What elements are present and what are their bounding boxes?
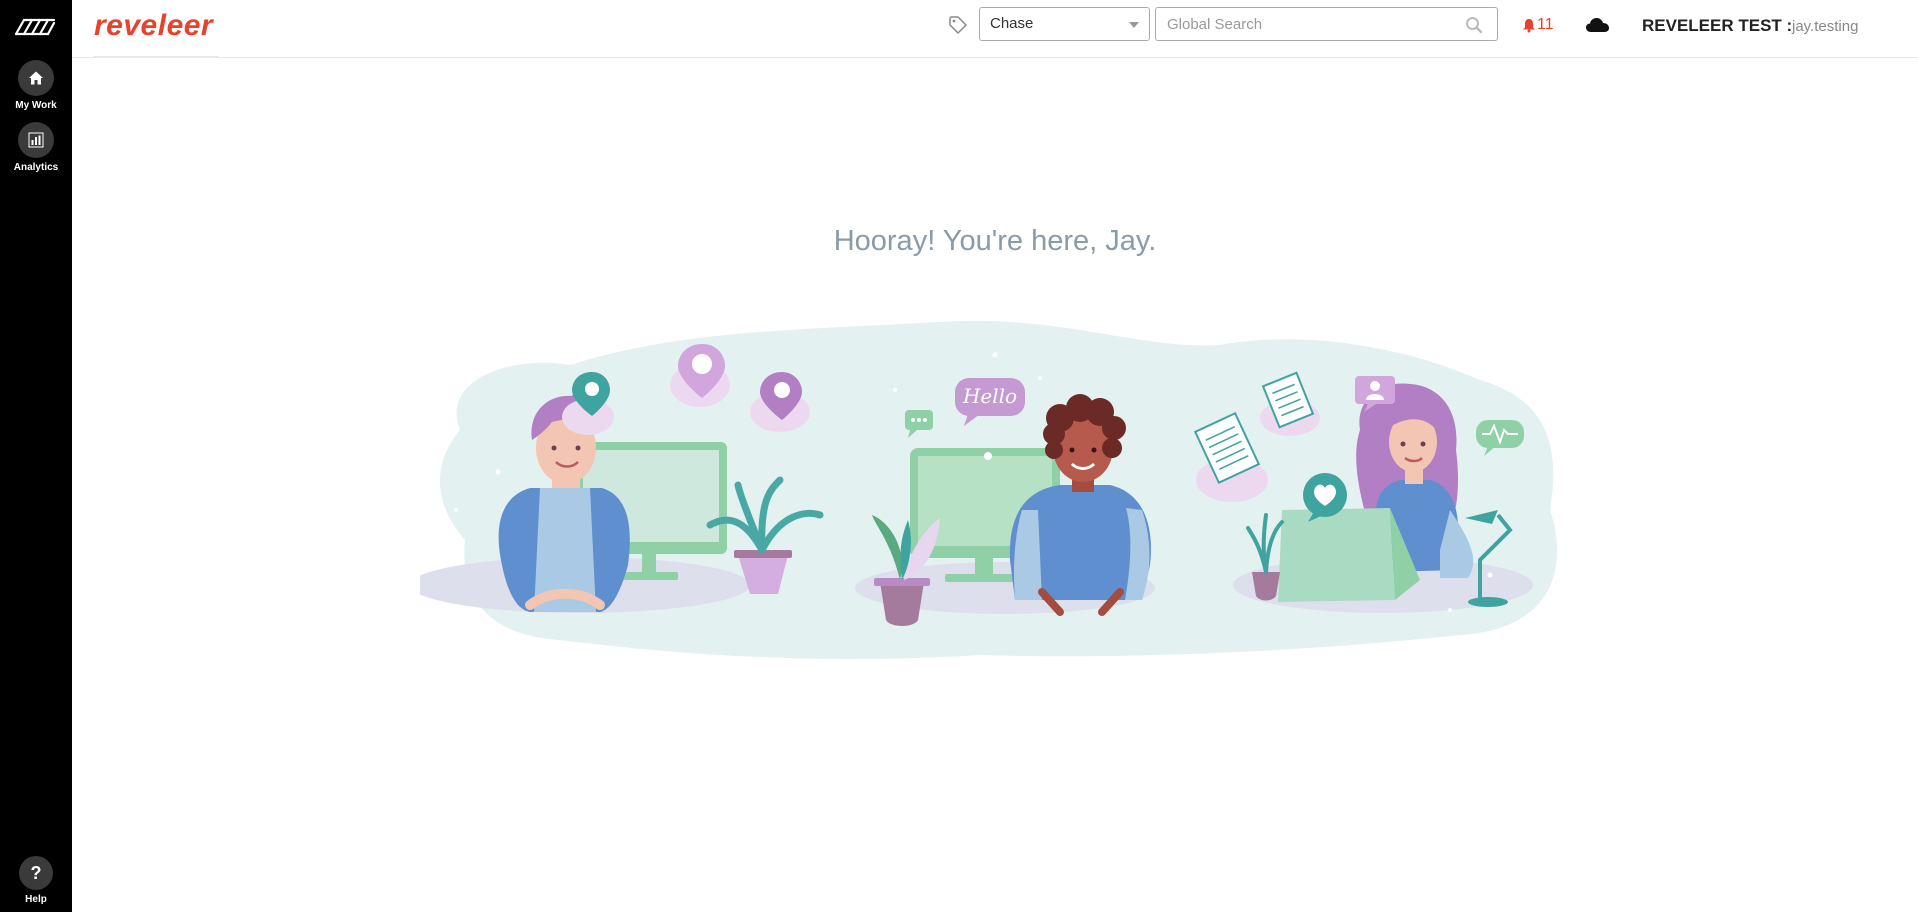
hello-bubble-text: Hello — [962, 384, 1017, 408]
left-nav: My Work Analytics ? Help — [0, 0, 72, 912]
search-icon[interactable] — [1465, 16, 1483, 34]
help-icon: ? — [19, 856, 53, 890]
search-input[interactable] — [1157, 9, 1457, 39]
notification-count: 11 — [1537, 16, 1554, 33]
notifications-button[interactable]: 11 — [1522, 16, 1554, 34]
help-button[interactable]: ? Help — [0, 856, 72, 905]
home-icon — [18, 60, 54, 96]
welcome-message: Hooray! You're here, Jay. — [833, 225, 1157, 257]
client-select[interactable]: Chase — [979, 7, 1150, 41]
chevron-down-icon — [1129, 22, 1139, 28]
analytics-icon — [18, 122, 54, 158]
welcome-illustration: Hello — [420, 320, 1558, 660]
cloud-icon[interactable] — [1585, 16, 1611, 34]
client-select-value: Chase — [990, 15, 1034, 32]
tag-icon — [949, 16, 967, 34]
global-search — [1155, 7, 1498, 41]
nav-item-analytics[interactable]: Analytics — [0, 122, 72, 173]
nav-item-label: My Work — [15, 100, 57, 111]
top-header: reveleer Chase 11 REVELEER TEST : jay.te… — [72, 0, 1918, 58]
nav-item-my-work[interactable]: My Work — [0, 60, 72, 111]
brand-underline — [94, 56, 218, 58]
bell-icon — [1523, 18, 1535, 32]
nav-item-label: Analytics — [13, 162, 59, 173]
app-logo-icon[interactable] — [14, 17, 56, 37]
org-label: REVELEER TEST : — [1642, 16, 1793, 35]
brand-logo[interactable]: reveleer — [94, 9, 213, 43]
help-label: Help — [25, 894, 47, 905]
username[interactable]: jay.testing — [1792, 18, 1858, 35]
